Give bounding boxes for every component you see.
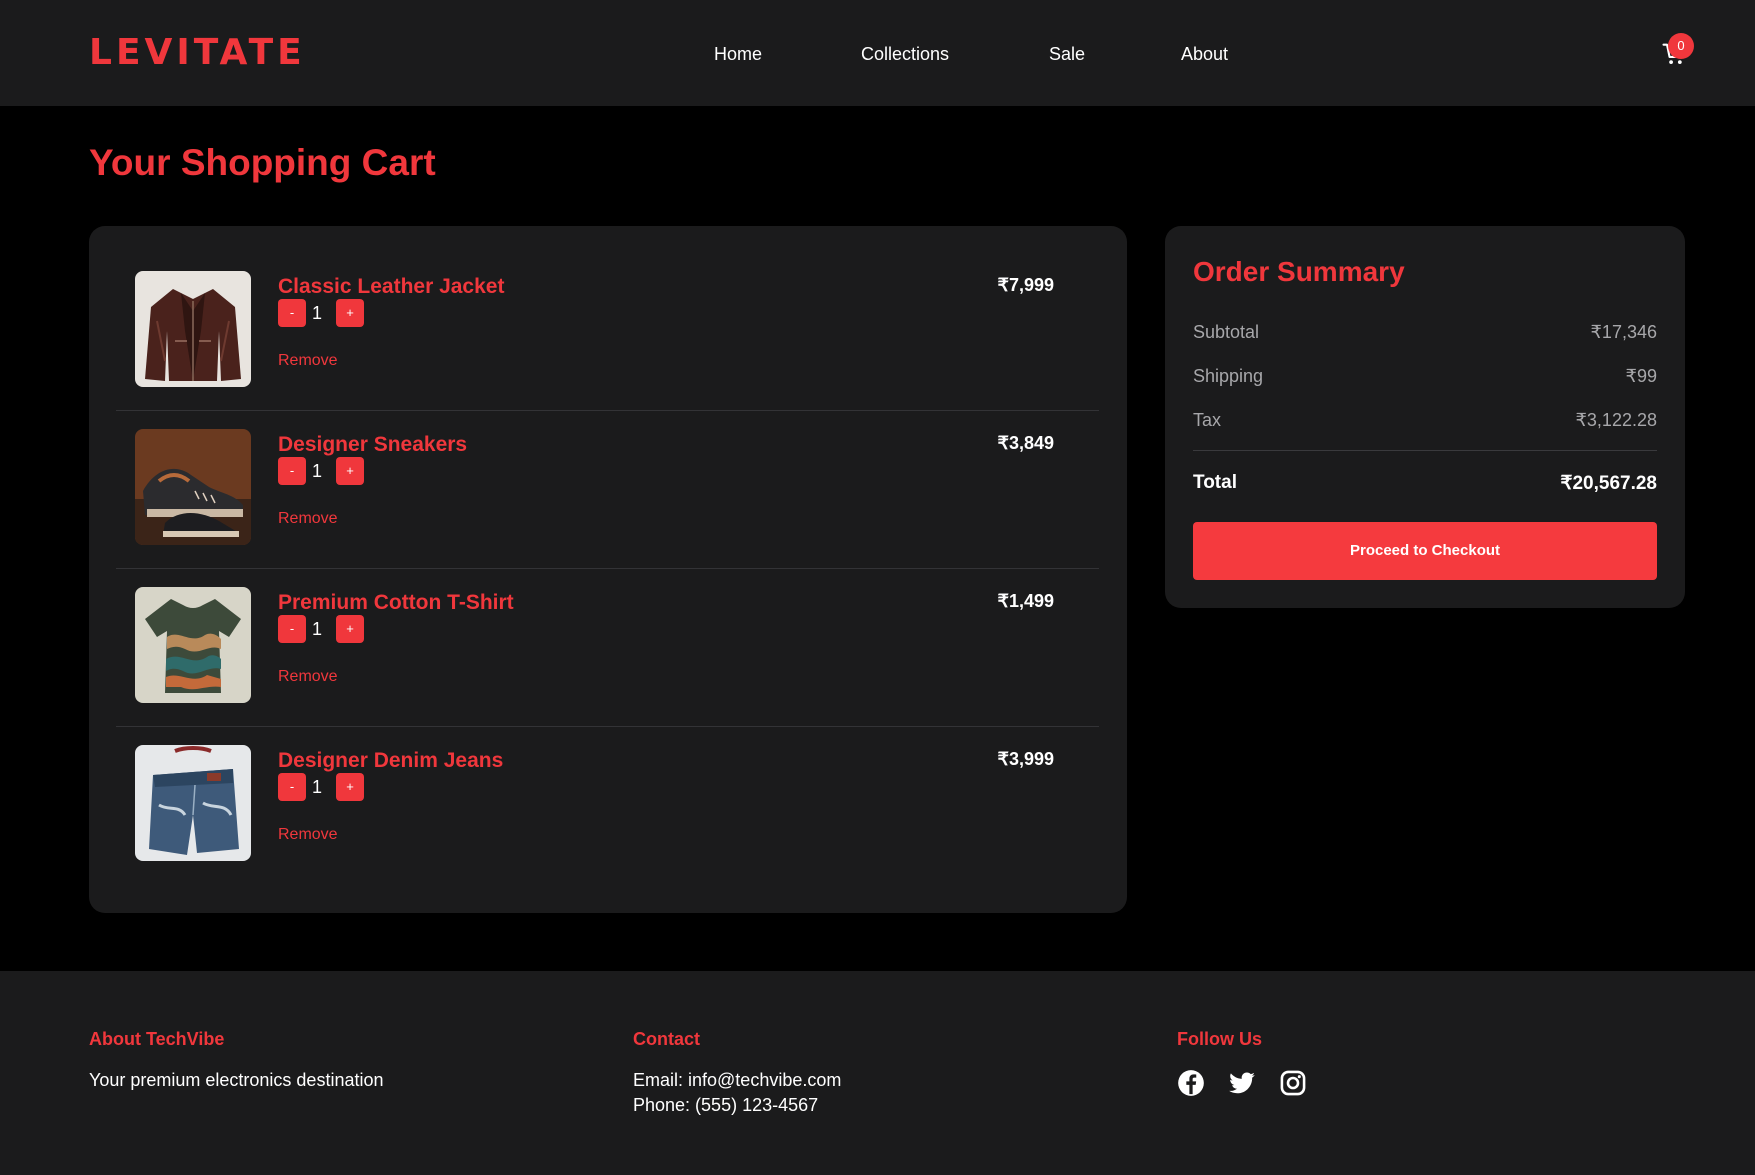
footer-contact-heading: Contact	[633, 1029, 700, 1049]
item-name: Designer Sneakers	[278, 433, 468, 456]
total-row: Total ₹20,567.28	[1193, 472, 1657, 494]
brand-logo[interactable]: LEVITATE	[89, 32, 306, 73]
remove-item-link[interactable]: Remove	[278, 510, 338, 528]
nav-collections-link[interactable]: Collections	[861, 44, 949, 65]
cart-item: Classic Leather Jacket - 1 + Remove ₹7,9…	[116, 253, 1099, 411]
shipping-value: ₹99	[1625, 366, 1657, 386]
footer-about-text: Your premium electronics destination	[89, 1070, 384, 1090]
total-label: Total	[1193, 472, 1237, 493]
item-name: Classic Leather Jacket	[278, 275, 505, 298]
shipping-row: Shipping ₹99	[1193, 366, 1657, 387]
item-quantity: 1	[312, 303, 323, 323]
facebook-icon[interactable]	[1177, 1069, 1205, 1097]
order-summary-title: Order Summary	[1193, 256, 1405, 287]
subtotal-row: Subtotal ₹17,346	[1193, 322, 1657, 343]
decrease-quantity-button[interactable]: -	[278, 773, 306, 801]
page-title: Your Shopping Cart	[89, 142, 436, 183]
item-price: ₹1,499	[997, 591, 1055, 611]
footer-email[interactable]: Email: info@techvibe.com	[633, 1068, 841, 1093]
decrease-quantity-button[interactable]: -	[278, 457, 306, 485]
nav-sale-link[interactable]: Sale	[1049, 44, 1085, 65]
item-name: Premium Cotton T-Shirt	[278, 591, 514, 614]
cart-items-panel: Classic Leather Jacket - 1 + Remove ₹7,9…	[89, 226, 1127, 913]
summary-divider	[1193, 450, 1657, 451]
footer-about-section: About TechVibe Your premium electronics …	[89, 1029, 384, 1093]
proceed-to-checkout-button[interactable]: Proceed to Checkout	[1193, 522, 1657, 580]
increase-quantity-button[interactable]: +	[336, 457, 364, 485]
leather-jacket-image[interactable]	[135, 271, 251, 387]
increase-quantity-button[interactable]: +	[336, 299, 364, 327]
instagram-icon[interactable]	[1279, 1069, 1307, 1097]
item-quantity: 1	[312, 461, 323, 481]
item-price: ₹3,849	[997, 433, 1055, 453]
remove-item-link[interactable]: Remove	[278, 352, 338, 370]
decrease-quantity-button[interactable]: -	[278, 615, 306, 643]
tax-label: Tax	[1193, 410, 1222, 430]
twitter-icon[interactable]	[1228, 1069, 1256, 1097]
navbar: LEVITATE Home Collections Sale About 0	[0, 0, 1755, 106]
sneakers-image[interactable]	[135, 429, 251, 545]
decrease-quantity-button[interactable]: -	[278, 299, 306, 327]
item-name: Designer Denim Jeans	[278, 749, 504, 772]
remove-item-link[interactable]: Remove	[278, 668, 338, 686]
tax-value: ₹3,122.28	[1575, 410, 1657, 430]
item-quantity: 1	[312, 619, 323, 639]
footer-phone[interactable]: Phone: (555) 123-4567	[633, 1093, 841, 1118]
nav-about-link[interactable]: About	[1181, 44, 1228, 65]
footer-follow-section: Follow Us	[1177, 1029, 1262, 1050]
cart-item: Designer Sneakers - 1 + Remove ₹3,849	[116, 411, 1099, 569]
remove-item-link[interactable]: Remove	[278, 826, 338, 844]
cart-count-badge: 0	[1668, 33, 1694, 59]
footer-follow-heading: Follow Us	[1177, 1029, 1262, 1049]
subtotal-value: ₹17,346	[1590, 322, 1657, 342]
order-summary-panel: Order Summary Subtotal ₹17,346 Shipping …	[1165, 226, 1685, 608]
cart-item: Premium Cotton T-Shirt - 1 + Remove ₹1,4…	[116, 569, 1099, 727]
total-value: ₹20,567.28	[1560, 473, 1657, 494]
footer: About TechVibe Your premium electronics …	[0, 971, 1755, 1175]
item-quantity: 1	[312, 777, 323, 797]
footer-about-heading: About TechVibe	[89, 1029, 225, 1049]
shipping-label: Shipping	[1193, 366, 1264, 386]
subtotal-label: Subtotal	[1193, 322, 1260, 342]
item-price: ₹3,999	[997, 749, 1055, 769]
increase-quantity-button[interactable]: +	[336, 615, 364, 643]
item-price: ₹7,999	[997, 275, 1055, 295]
tax-row: Tax ₹3,122.28	[1193, 410, 1657, 431]
cart-item: Designer Denim Jeans - 1 + Remove ₹3,999	[116, 727, 1099, 885]
increase-quantity-button[interactable]: +	[336, 773, 364, 801]
tshirt-image[interactable]	[135, 587, 251, 703]
nav-home-link[interactable]: Home	[714, 44, 762, 65]
jeans-image[interactable]	[135, 745, 251, 861]
footer-contact-section: Contact Email: info@techvibe.com Phone: …	[633, 1029, 841, 1118]
